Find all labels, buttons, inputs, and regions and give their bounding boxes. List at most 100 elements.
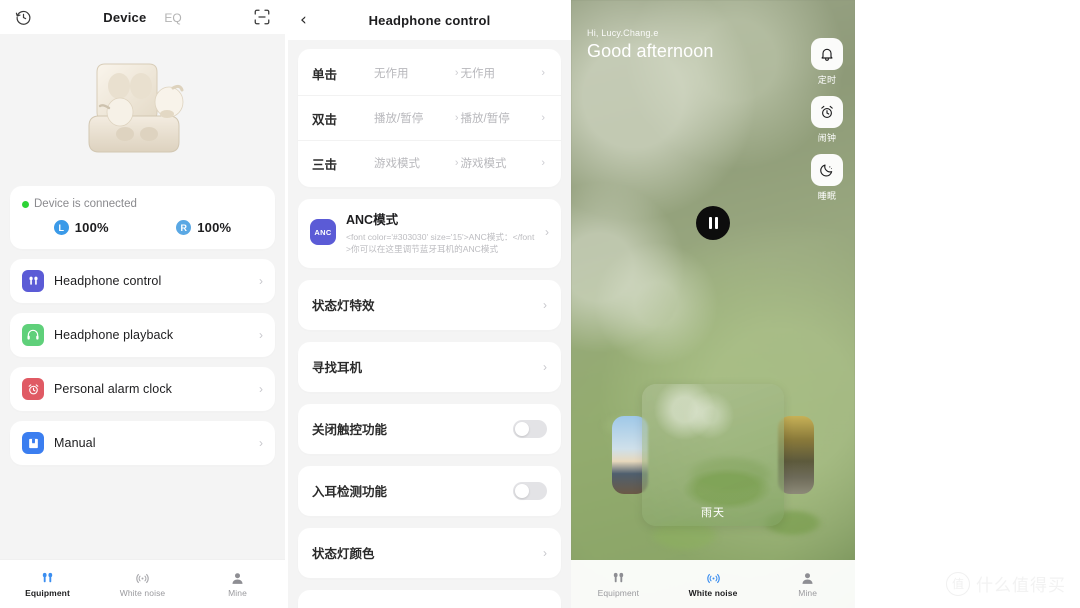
scan-frame-icon[interactable] — [251, 6, 273, 28]
chevron-right-icon: › — [454, 157, 459, 169]
control-topbar: ‹ Headphone control — [288, 0, 571, 40]
battery-left: L 100% — [20, 220, 143, 235]
person-icon — [232, 572, 243, 584]
alarm-clock-icon — [811, 96, 843, 128]
tab-mine[interactable]: Mine — [760, 571, 855, 598]
chevron-right-icon: › — [543, 545, 547, 560]
device-topbar: Device EQ — [0, 0, 285, 34]
row-disable-touch: 关闭触控功能 — [298, 403, 561, 454]
gesture-right-option[interactable]: 播放/暂停 › — [461, 110, 548, 126]
sound-carousel: 雨天 — [571, 370, 855, 540]
right-battery-value: 100% — [197, 220, 232, 235]
greeting-username: Hi, Lucy.Chang.e — [587, 28, 659, 38]
chevron-right-icon: › — [259, 274, 263, 288]
tab-device[interactable]: Device — [103, 10, 146, 25]
greeting-message: Good afternoon — [587, 41, 714, 61]
book-icon — [22, 432, 44, 454]
device-tabbar: Equipment White noise Mine — [0, 559, 285, 608]
chevron-right-icon: › — [543, 297, 547, 312]
row-label: 状态灯颜色 — [312, 547, 375, 562]
carousel-center-caption: 雨天 — [701, 507, 725, 519]
left-earbud-badge: L — [53, 220, 69, 235]
tab-white-noise[interactable]: White noise — [666, 571, 761, 598]
moon-sleep-icon — [811, 154, 843, 186]
row-find-earphones[interactable]: 寻找耳机 › — [298, 341, 561, 392]
menu-item-personal-alarm-clock[interactable]: Personal alarm clock › — [10, 367, 275, 411]
menu-label: Headphone control — [54, 274, 162, 288]
side-action-sleep[interactable]: 睡眠 — [811, 154, 843, 202]
tab-label: White noise — [688, 587, 738, 598]
gesture-left-option[interactable]: 无作用 › — [374, 65, 461, 81]
control-body: 单击 无作用 › 无作用 › 双击 播放/暂停 › 播放/暂停 › 三击 游戏模… — [288, 40, 571, 608]
menu-item-manual[interactable]: Manual › — [10, 421, 275, 465]
tab-equipment[interactable]: Equipment — [571, 571, 666, 598]
row-status-light-color[interactable]: 状态灯颜色 › — [298, 527, 561, 578]
gesture-left-option[interactable]: 游戏模式 › — [374, 155, 461, 171]
three-panel-screenshot: Device EQ Device is connected L 100% R 1… — [0, 0, 1080, 608]
earbuds-icon — [613, 572, 624, 582]
menu-label: Manual — [54, 436, 96, 450]
chevron-right-icon: › — [545, 225, 549, 240]
tab-eq[interactable]: EQ — [164, 11, 181, 25]
tab-equipment[interactable]: Equipment — [0, 571, 95, 598]
battery-right: R 100% — [143, 220, 266, 235]
menu-item-headphone-control[interactable]: Headphone control › — [10, 259, 275, 303]
earbuds-icon — [42, 572, 53, 582]
chevron-right-icon: › — [259, 436, 263, 450]
pause-button[interactable] — [696, 206, 730, 240]
toggle-in-ear-detection[interactable] — [513, 481, 547, 500]
side-action-alarm[interactable]: 闹钟 — [811, 96, 843, 144]
anc-description: <font color='#303030' size='15'>ANC模式：</… — [346, 232, 535, 255]
signal-waves-icon — [136, 573, 149, 583]
device-status-card: Device is connected L 100% R 100% — [10, 186, 275, 249]
anc-texts: ANC模式 <font color='#303030' size='15'>AN… — [346, 209, 535, 256]
tab-label: Equipment — [597, 587, 640, 598]
watermark: 值 什么值得买 — [946, 571, 1066, 596]
row-partial-next[interactable] — [298, 589, 561, 608]
device-hero-image — [0, 34, 285, 186]
carousel-card-center[interactable]: 雨天 — [642, 384, 784, 526]
device-screen: Device EQ Device is connected L 100% R 1… — [0, 0, 285, 608]
menu-label: Personal alarm clock — [54, 382, 173, 396]
device-tabs: Device EQ — [0, 10, 285, 25]
side-action-label: 闹钟 — [817, 133, 837, 143]
tab-mine[interactable]: Mine — [190, 571, 285, 598]
gesture-row-triple-tap: 三击 游戏模式 › 游戏模式 › — [298, 141, 561, 185]
tab-label: Mine — [228, 587, 247, 598]
earbuds-icon — [22, 270, 44, 292]
gesture-name: 单击 — [312, 67, 338, 82]
gesture-right-option[interactable]: 无作用 › — [461, 65, 548, 81]
toggle-disable-touch[interactable] — [513, 419, 547, 438]
tab-white-noise[interactable]: White noise — [95, 571, 190, 598]
menu-item-headphone-playback[interactable]: Headphone playback › — [10, 313, 275, 357]
back-chevron-icon[interactable]: ‹ — [300, 11, 307, 29]
anc-title: ANC模式 — [346, 213, 399, 227]
row-label: 寻找耳机 — [312, 361, 363, 376]
gesture-row-single-tap: 单击 无作用 › 无作用 › — [298, 51, 561, 96]
connection-status: Device is connected — [10, 198, 275, 210]
tab-label: Mine — [798, 587, 818, 598]
greeting-block: Hi, Lucy.Chang.e Good afternoon — [587, 28, 714, 62]
row-status-light-effects[interactable]: 状态灯特效 › — [298, 279, 561, 330]
gesture-value: 播放/暂停 — [460, 113, 510, 125]
gesture-right-option[interactable]: 游戏模式 › — [461, 155, 548, 171]
gesture-left-option[interactable]: 播放/暂停 › — [374, 110, 461, 126]
gesture-value: 游戏模式 — [374, 158, 420, 170]
gesture-value: 播放/暂停 — [374, 113, 424, 125]
gesture-name: 三击 — [312, 157, 338, 172]
left-battery-value: 100% — [74, 220, 109, 235]
gesture-row-double-tap: 双击 播放/暂停 › 播放/暂停 › — [298, 96, 561, 141]
white-noise-tabbar: Equipment White noise Mine — [571, 560, 855, 608]
gesture-name: 双击 — [312, 112, 338, 127]
anc-mode-card[interactable]: ANC ANC模式 <font color='#303030' size='15… — [298, 199, 561, 268]
alarm-clock-icon — [22, 378, 44, 400]
toggle-knob — [515, 421, 529, 436]
side-action-label: 睡眠 — [817, 191, 837, 201]
side-action-timer[interactable]: 定时 — [811, 38, 843, 86]
battery-row: L 100% R 100% — [10, 220, 275, 235]
page-title: Headphone control — [368, 12, 491, 28]
right-earbud-badge: R — [176, 220, 192, 235]
history-clock-icon[interactable] — [12, 6, 34, 28]
chevron-right-icon: › — [454, 112, 459, 124]
anc-badge-icon: ANC — [310, 219, 336, 246]
